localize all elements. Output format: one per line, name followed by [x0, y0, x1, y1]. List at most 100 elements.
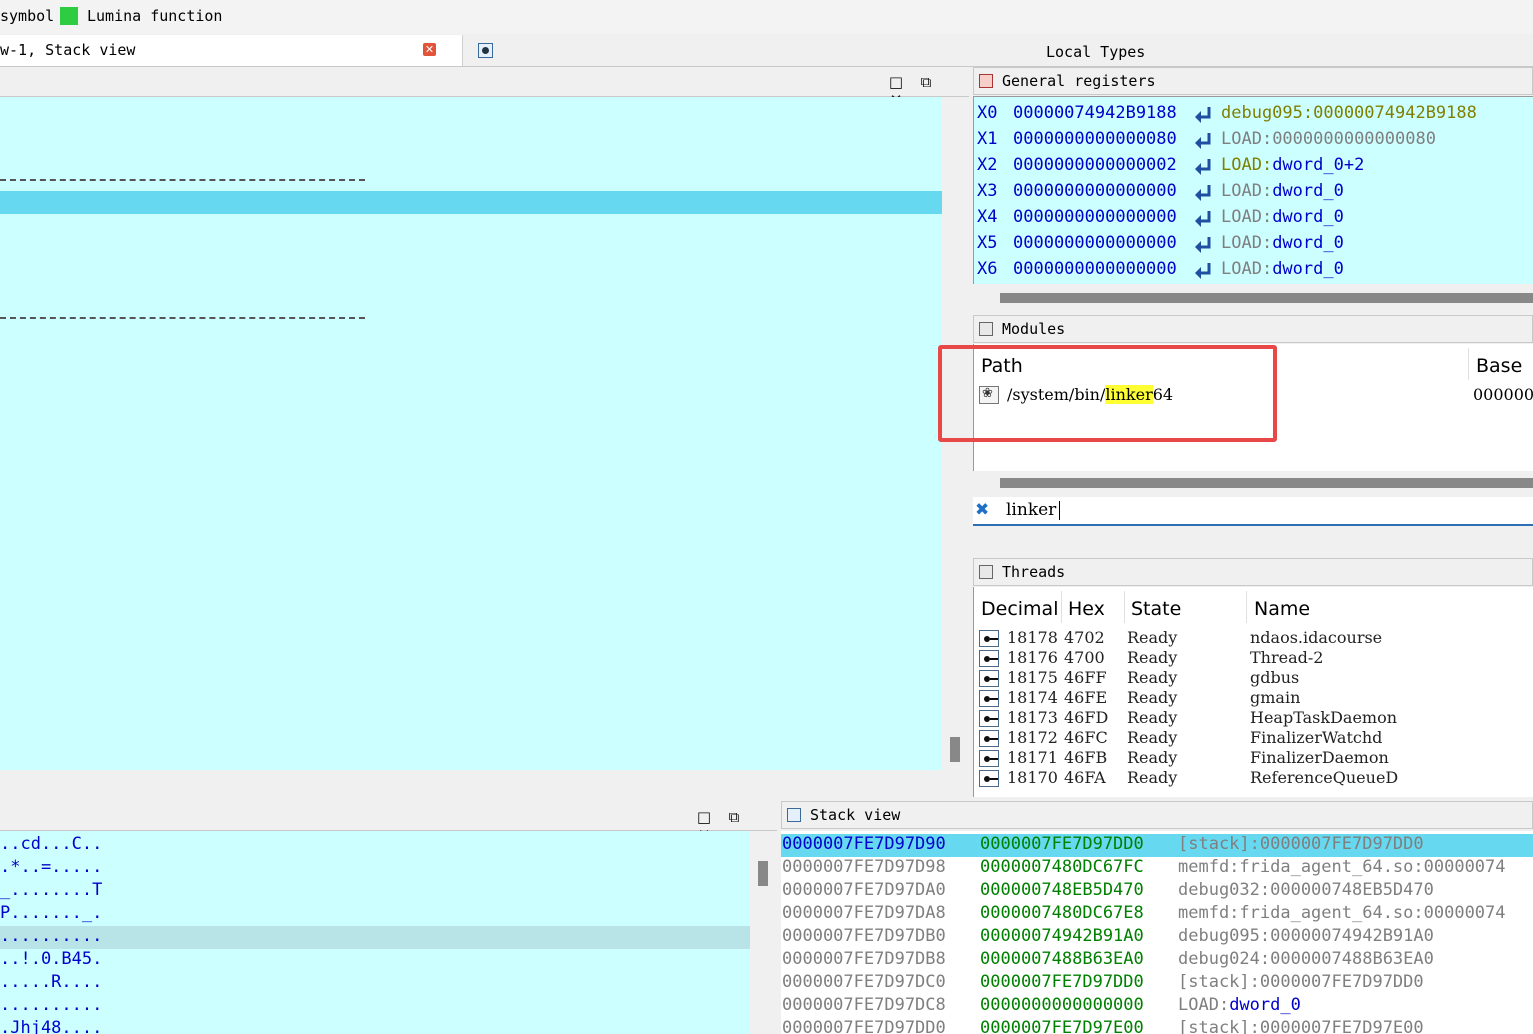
column-header-state[interactable]: State — [1131, 598, 1181, 620]
stack-address: 0000007FE7D97DD0 — [782, 1018, 946, 1034]
column-header-name[interactable]: Name — [1254, 598, 1310, 620]
annotation-highlight-box — [938, 345, 1277, 442]
local-types-icon[interactable] — [478, 43, 493, 58]
column-header-base[interactable]: Base — [1476, 355, 1522, 377]
scrollbar-thumb[interactable] — [950, 737, 960, 762]
stack-value: 0000007FE7D97E00 — [980, 1018, 1144, 1034]
stack-row[interactable]: 0000007FE7D97DD0 0000007FE7D97E00 [stack]:… — [781, 1018, 1533, 1034]
segment-name: LOAD: — [1221, 233, 1273, 253]
thread-hex: 46FB — [1064, 748, 1108, 767]
thread-row[interactable]: 18170 46FA Ready ReferenceQueueD — [974, 768, 1533, 788]
jump-arrow-icon[interactable] — [1192, 209, 1214, 229]
hex-ascii-line: P......._. — [0, 903, 103, 923]
stack-view-header: Stack view — [781, 801, 1533, 829]
stack-row[interactable]: 0000007FE7D97DC0 0000007FE7D97DD0 [stack]:… — [781, 972, 1533, 995]
thread-decimal: 18176 — [1007, 648, 1058, 667]
separator-line — [0, 179, 365, 181]
jump-arrow-icon[interactable] — [1192, 235, 1214, 255]
register-target: LOAD:dword_0 — [1221, 259, 1344, 279]
register-value[interactable]: 00000074942B9188 — [1013, 103, 1177, 123]
hex-view-body[interactable]: ..cd...C.. .*..=..... _........T P......._.… — [0, 831, 750, 1034]
register-value[interactable]: 0000000000000000 — [1013, 233, 1177, 253]
register-name: X5 — [977, 233, 998, 253]
modules-header: Modules — [973, 315, 1533, 343]
jump-arrow-icon[interactable] — [1192, 157, 1214, 177]
main-view-body[interactable] — [0, 97, 942, 770]
target-symbol: 0000000000000080 — [1272, 129, 1436, 149]
column-header-decimal[interactable]: Decimal — [981, 598, 1058, 620]
thread-row[interactable]: 18176 4700 Ready Thread-2 — [974, 648, 1533, 668]
stack-comment: [stack]:0000007FE7D97E00 — [1178, 1018, 1424, 1034]
stack-row[interactable]: 0000007FE7D97DC8 0000000000000000 LOAD:dwo… — [781, 995, 1533, 1018]
jump-arrow-icon[interactable] — [1192, 261, 1214, 281]
stack-row[interactable]: 0000007FE7D97DA8 0000007480DC67E8 memfd:fr… — [781, 903, 1533, 926]
tab-stack-view[interactable]: w-1, Stack view ✕ — [0, 35, 463, 66]
filter-input[interactable]: linker — [1006, 500, 1056, 520]
register-value[interactable]: 0000000000000002 — [1013, 155, 1177, 175]
target-symbol: debug095:00000074942B9188 — [1221, 103, 1477, 123]
stack-comment: LOAD:dword_0 — [1178, 995, 1301, 1015]
thread-row[interactable]: 18175 46FF Ready gdbus — [974, 668, 1533, 688]
restore-icon[interactable]: ⧉ — [911, 73, 941, 91]
scrollbar-thumb[interactable] — [1000, 293, 1533, 303]
maximize-icon[interactable]: □ — [881, 73, 911, 91]
threads-icon — [979, 565, 993, 579]
thread-name: ReferenceQueueD — [1250, 768, 1399, 787]
scrollbar-thumb[interactable] — [758, 861, 768, 886]
stack-value: 0000007FE7D97DD0 — [980, 972, 1144, 992]
stack-view-body[interactable]: 0000007FE7D97D90 0000007FE7D97DD0 [stack]:… — [781, 831, 1533, 1034]
thread-hex: 46FA — [1064, 768, 1106, 787]
column-header-hex[interactable]: Hex — [1068, 598, 1105, 620]
register-name: X0 — [977, 103, 998, 123]
thread-row[interactable]: 18174 46FE Ready gmain — [974, 688, 1533, 708]
register-target: debug095:00000074942B9188 — [1221, 103, 1477, 123]
stack-row[interactable]: 0000007FE7D97DA0 000000748EB5D470 debug032… — [781, 880, 1533, 903]
modules-filter[interactable]: ✖ linker — [973, 497, 1533, 526]
register-value[interactable]: 0000000000000080 — [1013, 129, 1177, 149]
thread-row[interactable]: 18173 46FD Ready HeapTaskDaemon — [974, 708, 1533, 728]
jump-arrow-icon[interactable] — [1192, 183, 1214, 203]
column-divider[interactable] — [1246, 591, 1247, 623]
stack-row[interactable]: 0000007FE7D97DB0 00000074942B91A0 debug095… — [781, 926, 1533, 949]
register-name: X4 — [977, 207, 998, 227]
column-divider[interactable] — [1061, 591, 1062, 623]
maximize-icon[interactable]: □ — [689, 808, 719, 826]
stack-row[interactable]: 0000007FE7D97D90 0000007FE7D97DD0 [stack]:… — [781, 834, 1533, 857]
hex-view-scrollbar[interactable] — [750, 831, 777, 1034]
stack-value: 000000748EB5D470 — [980, 880, 1144, 900]
stack-address: 0000007FE7D97D98 — [782, 857, 946, 877]
stack-address: 0000007FE7D97D90 — [782, 834, 946, 854]
jump-arrow-icon[interactable] — [1192, 131, 1214, 151]
register-value[interactable]: 0000000000000000 — [1013, 259, 1177, 279]
thread-state: Ready — [1127, 668, 1178, 687]
stack-comment: debug024:0000007488B63EA0 — [1178, 949, 1434, 969]
threads-header: Threads — [973, 558, 1533, 586]
stack-row[interactable]: 0000007FE7D97D98 0000007480DC67FC memfd:fr… — [781, 857, 1533, 880]
stack-row[interactable]: 0000007FE7D97DB8 0000007488B63EA0 debug024… — [781, 949, 1533, 972]
thread-name: FinalizerWatchd — [1250, 728, 1383, 747]
stack-view-icon — [787, 808, 801, 822]
register-value[interactable]: 0000000000000000 — [1013, 207, 1177, 227]
thread-row[interactable]: 18172 46FC Ready FinalizerWatchd — [974, 728, 1533, 748]
modules-hscrollbar[interactable] — [973, 471, 1533, 493]
thread-hex: 46FE — [1064, 688, 1108, 707]
close-tab-icon[interactable]: ✕ — [423, 43, 436, 56]
restore-icon[interactable]: ⧉ — [719, 808, 749, 826]
tab-local-types[interactable]: Local Types — [1046, 43, 1145, 61]
text-caret — [1059, 501, 1060, 520]
register-value[interactable]: 0000000000000000 — [1013, 181, 1177, 201]
clear-filter-icon[interactable]: ✖ — [975, 500, 989, 520]
jump-arrow-icon[interactable] — [1192, 105, 1214, 125]
registers-hscrollbar[interactable] — [973, 284, 1533, 309]
thread-decimal: 18171 — [1007, 748, 1058, 767]
stack-comment: [stack]:0000007FE7D97DD0 — [1178, 972, 1424, 992]
thread-state: Ready — [1127, 728, 1178, 747]
thread-icon — [979, 770, 999, 787]
scrollbar-thumb[interactable] — [1000, 478, 1533, 488]
column-divider[interactable] — [1124, 591, 1125, 623]
thread-row[interactable]: 18171 46FB Ready FinalizerDaemon — [974, 748, 1533, 768]
thread-icon — [979, 650, 999, 667]
register-name: X3 — [977, 181, 998, 201]
thread-row[interactable]: 18178 4702 Ready ndaos.idacourse — [974, 628, 1533, 648]
column-divider[interactable] — [1468, 348, 1469, 380]
